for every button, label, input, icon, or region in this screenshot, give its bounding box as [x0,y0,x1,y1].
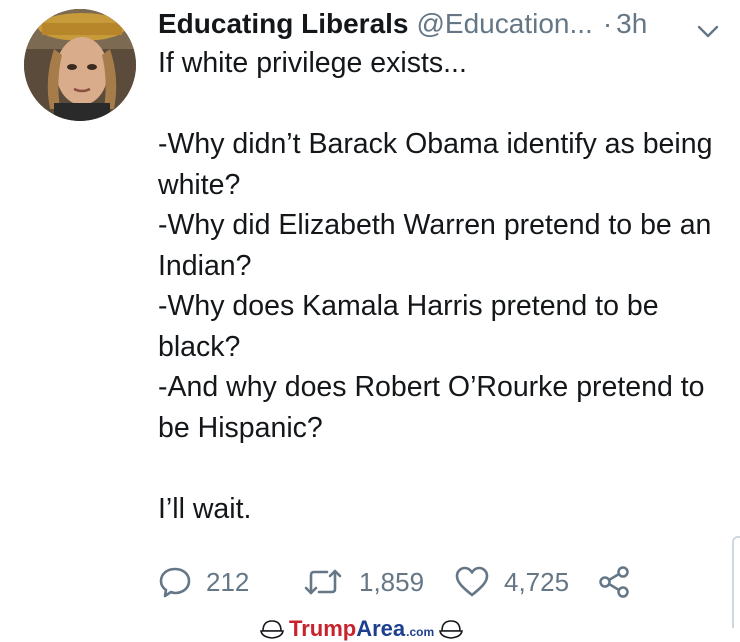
watermark-area: Area [356,616,406,641]
scroll-edge [732,536,740,628]
tweet-actions: 212 1,859 4,725 [158,562,720,602]
separator-dot: · [602,8,613,39]
avatar[interactable] [24,9,136,121]
share-icon [596,564,632,600]
like-count: 4,725 [504,566,570,597]
reply-count: 212 [206,566,250,597]
author-name[interactable]: Educating Liberals [158,8,409,40]
share-button[interactable] [596,562,632,602]
reply-icon [158,565,192,599]
author-handle[interactable]: @Education... [417,8,593,40]
retweet-button[interactable]: 1,859 [303,562,424,602]
retweet-icon [303,565,343,599]
tweet-timestamp[interactable]: 3h [616,8,647,40]
tweet-header: Educating Liberals @Education... · 3h [158,4,720,44]
chevron-down-icon[interactable] [696,16,720,38]
retweet-count: 1,859 [359,566,425,597]
hat-icon [260,618,284,640]
tweet-text: If white privilege exists... -Why didn’t… [158,47,713,525]
heart-icon [454,565,490,599]
reply-button[interactable]: 212 [158,562,249,602]
watermark-com: .com [406,625,435,639]
like-button[interactable]: 4,725 [454,562,569,602]
hat-icon [439,618,464,640]
watermark-trump: Trump [289,616,357,641]
watermark: Trump Area .com [260,616,464,642]
avatar-portrait [24,9,136,121]
